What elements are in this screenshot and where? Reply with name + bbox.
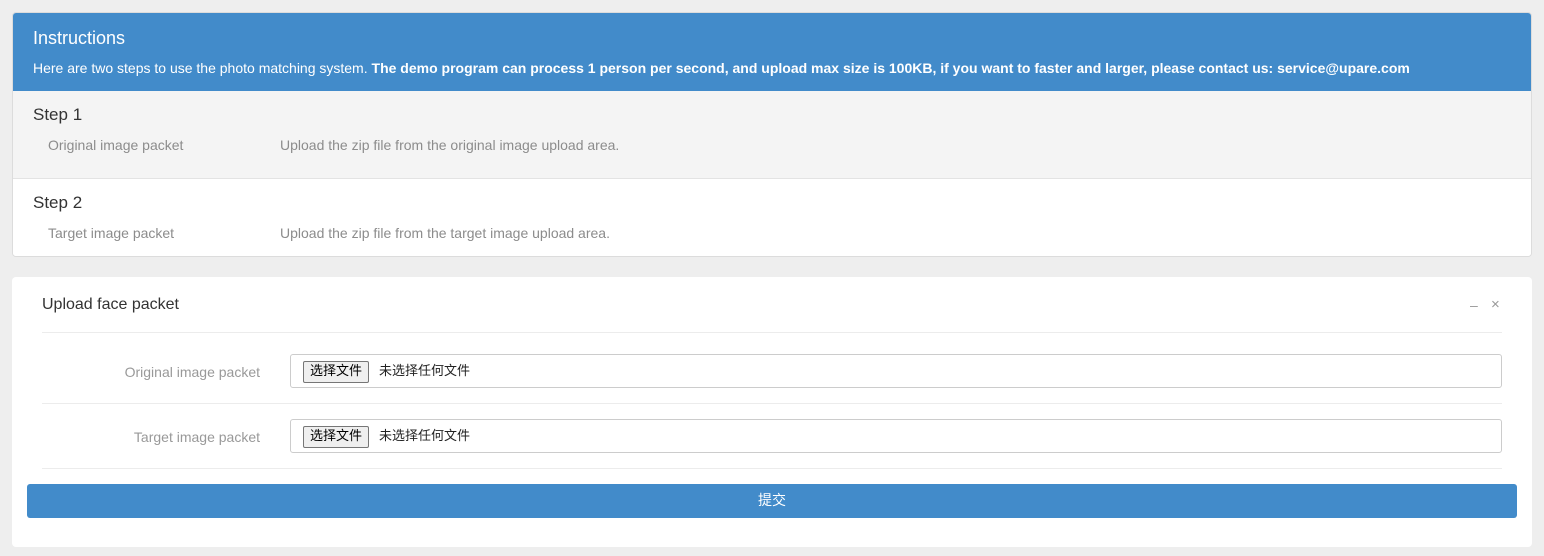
step-title: Step 2 bbox=[33, 193, 83, 212]
target-packet-file-input[interactable]: 选择文件 未选择任何文件 bbox=[290, 419, 1502, 453]
original-packet-file-input[interactable]: 选择文件 未选择任何文件 bbox=[290, 354, 1502, 388]
instructions-description-intro: Here are two steps to use the photo matc… bbox=[33, 60, 372, 76]
target-packet-label: Target image packet bbox=[133, 429, 260, 445]
target-packet-file-status: 未选择任何文件 bbox=[379, 429, 471, 444]
instructions-panel: Instructions Here are two steps to use t… bbox=[12, 12, 1532, 257]
original-packet-label: Original image packet bbox=[124, 364, 260, 380]
close-icon[interactable]: × bbox=[1491, 297, 1500, 313]
upload-panel-title: Upload face packet bbox=[42, 296, 179, 313]
instructions-description: Here are two steps to use the photo matc… bbox=[33, 59, 1410, 77]
instructions-header: Instructions Here are two steps to use t… bbox=[13, 13, 1531, 91]
step-2: Step 2 Target image packet Upload the zi… bbox=[13, 179, 1531, 256]
upload-panel: Upload face packet – × Original image pa… bbox=[12, 277, 1532, 547]
step-text: Upload the zip file from the target imag… bbox=[280, 225, 610, 241]
submit-button[interactable]: 提交 bbox=[27, 484, 1517, 518]
minimize-icon[interactable]: – bbox=[1470, 297, 1478, 313]
divider bbox=[42, 403, 1502, 404]
step-1: Step 1 Original image packet Upload the … bbox=[13, 91, 1531, 179]
instructions-description-bold: The demo program can process 1 person pe… bbox=[371, 60, 1410, 76]
step-label: Original image packet bbox=[48, 137, 184, 153]
step-text: Upload the zip file from the original im… bbox=[280, 137, 620, 153]
original-packet-choose-file-button[interactable]: 选择文件 bbox=[303, 361, 370, 383]
divider bbox=[42, 468, 1502, 469]
step-label: Target image packet bbox=[48, 225, 175, 241]
original-packet-file-status: 未选择任何文件 bbox=[379, 364, 471, 379]
step-title: Step 1 bbox=[33, 105, 83, 124]
divider bbox=[42, 332, 1502, 333]
instructions-title: Instructions bbox=[33, 28, 126, 48]
target-packet-choose-file-button[interactable]: 选择文件 bbox=[303, 426, 370, 448]
